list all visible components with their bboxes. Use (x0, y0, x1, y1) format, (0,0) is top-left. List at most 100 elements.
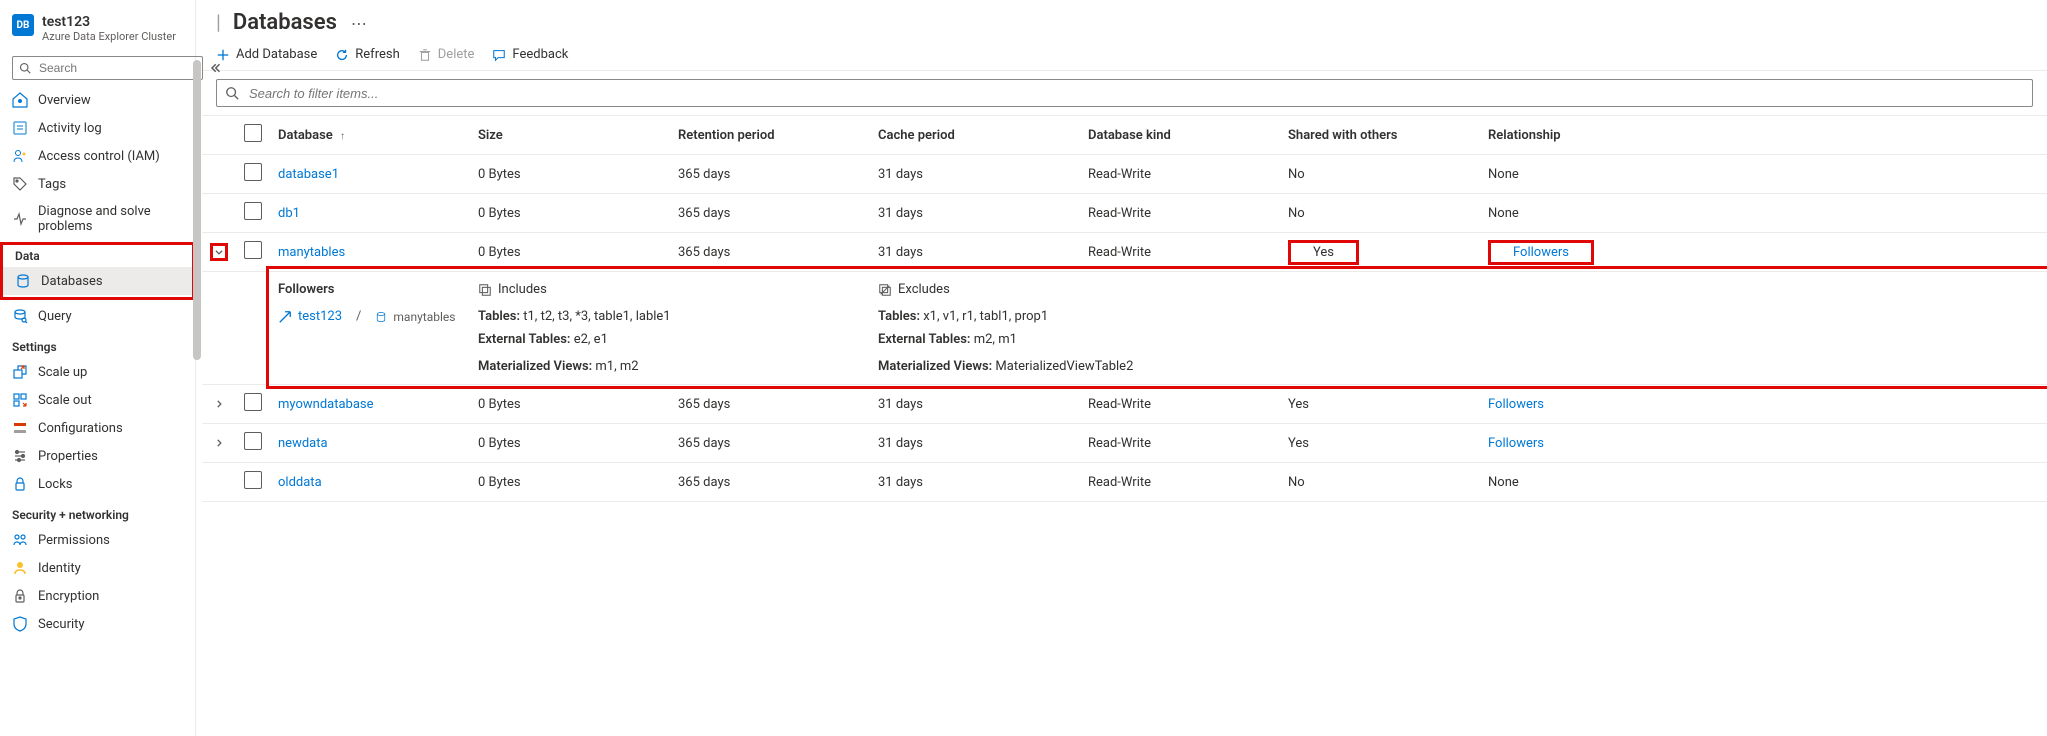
table-row[interactable]: newdata 0 Bytes 365 days 31 days Read-Wr… (202, 424, 2047, 463)
table-row[interactable]: olddata 0 Bytes 365 days 31 days Read-Wr… (202, 463, 2047, 502)
relationship-link[interactable]: Followers (1488, 397, 1544, 412)
database-name-link[interactable]: myowndatabase (278, 397, 374, 412)
expand-toggle[interactable] (210, 434, 228, 452)
sidebar-item-databases[interactable]: Databases (3, 267, 192, 295)
sidebar-item-access-control[interactable]: Access control (IAM) (0, 142, 195, 170)
row-checkbox[interactable] (244, 471, 262, 489)
cell-cache: 31 days (870, 155, 1080, 194)
sidebar-item-tags[interactable]: Tags (0, 170, 195, 198)
database-name-link[interactable]: database1 (278, 167, 339, 182)
cell-retention: 365 days (670, 233, 870, 272)
database-name-link[interactable]: db1 (278, 206, 300, 221)
page-pipe-icon: | (216, 10, 225, 34)
col-header-cache[interactable]: Cache period (870, 116, 1080, 155)
sidebar-section-data: Data (3, 247, 192, 267)
followers-panel-header: Followers Includes Excludes (202, 272, 2047, 306)
refresh-button[interactable]: Refresh (335, 47, 399, 62)
relationship-link[interactable]: Followers (1488, 436, 1544, 451)
search-icon (225, 86, 239, 100)
followers-panel-row: External Tables: e2, e1 External Tables:… (202, 328, 2047, 351)
includes-mat-views: m1, m2 (595, 359, 638, 374)
col-header-database[interactable]: Database ↑ (270, 116, 470, 155)
row-checkbox[interactable] (244, 393, 262, 411)
followers-heading: Followers (270, 272, 470, 306)
table-row[interactable]: db1 0 Bytes 365 days 31 days Read-Write … (202, 194, 2047, 233)
table-row[interactable]: database1 0 Bytes 365 days 31 days Read-… (202, 155, 2047, 194)
table-row[interactable]: manytables 0 Bytes 365 days 31 days Read… (202, 233, 2047, 272)
expand-toggle[interactable] (210, 395, 228, 413)
col-header-shared[interactable]: Shared with others (1280, 116, 1480, 155)
sidebar-search-input[interactable] (37, 60, 196, 76)
tag-icon (12, 176, 28, 192)
row-checkbox[interactable] (244, 163, 262, 181)
cell-cache: 31 days (870, 233, 1080, 272)
add-database-button[interactable]: Add Database (216, 47, 317, 62)
diagnose-icon (12, 211, 28, 227)
filter-input[interactable] (247, 85, 2024, 102)
sidebar-item-locks[interactable]: Locks (0, 470, 195, 498)
sidebar-collapse-button[interactable] (209, 58, 221, 78)
followers-panel-row: test123 / manytables Tables: t1, t2, t3,… (202, 305, 2047, 328)
database-name-link[interactable]: olddata (278, 475, 322, 490)
highlight-box: Followers (1488, 240, 1594, 265)
page-more-button[interactable]: ⋯ (345, 14, 367, 33)
row-checkbox[interactable] (244, 432, 262, 450)
sidebar-item-label: Security (38, 617, 85, 632)
row-checkbox[interactable] (244, 241, 262, 259)
cell-shared: Yes (1288, 436, 1309, 451)
feedback-icon (492, 48, 506, 62)
sidebar-item-activity-log[interactable]: Activity log (0, 114, 195, 142)
col-header-relationship[interactable]: Relationship (1480, 116, 2047, 155)
sidebar-item-label: Databases (41, 274, 103, 289)
sidebar-item-label: Locks (38, 477, 73, 492)
col-header-retention[interactable]: Retention period (670, 116, 870, 155)
sidebar-item-scale-up[interactable]: Scale up (0, 358, 195, 386)
sidebar-item-identity[interactable]: Identity (0, 554, 195, 582)
iam-icon (12, 148, 28, 164)
sidebar-item-diagnose[interactable]: Diagnose and solve problems (0, 198, 195, 240)
database-name-link[interactable]: manytables (278, 245, 345, 260)
row-checkbox[interactable] (244, 202, 262, 220)
relationship-link[interactable]: Followers (1513, 245, 1569, 260)
sidebar-item-scale-out[interactable]: Scale out (0, 386, 195, 414)
sidebar-section-security-networking: Security + networking (0, 498, 195, 526)
cell-shared: Yes (1288, 397, 1309, 412)
database-name-link[interactable]: newdata (278, 436, 328, 451)
select-all-checkbox[interactable] (244, 124, 262, 142)
sidebar-item-overview[interactable]: Overview (0, 86, 195, 114)
cell-kind: Read-Write (1080, 194, 1280, 233)
search-icon (19, 62, 31, 74)
cell-cache: 31 days (870, 463, 1080, 502)
sidebar-item-permissions[interactable]: Permissions (0, 526, 195, 554)
col-header-label: Database (278, 128, 333, 143)
sidebar-item-encryption[interactable]: Encryption (0, 582, 195, 610)
sidebar-item-configurations[interactable]: Configurations (0, 414, 195, 442)
follower-db-label: manytables (393, 310, 455, 324)
toolbar-label: Feedback (512, 47, 568, 62)
sidebar-item-label: Overview (38, 93, 91, 108)
main-content: | Databases ⋯ Add Database Refresh Delet… (196, 0, 2047, 736)
overview-icon (12, 92, 28, 108)
sidebar-search[interactable] (12, 56, 203, 80)
query-icon (12, 308, 28, 324)
cluster-name: test123 (42, 14, 176, 30)
follower-cluster-link[interactable]: test123 (298, 309, 342, 324)
activity-log-icon (12, 120, 28, 136)
table-header-row: Database ↑ Size Retention period Cache p… (202, 116, 2047, 155)
databases-table: Database ↑ Size Retention period Cache p… (202, 116, 2047, 502)
col-header-size[interactable]: Size (470, 116, 670, 155)
sidebar-item-properties[interactable]: Properties (0, 442, 195, 470)
delete-icon (418, 48, 432, 62)
sidebar-item-security[interactable]: Security (0, 610, 195, 638)
feedback-button[interactable]: Feedback (492, 47, 568, 62)
col-header-kind[interactable]: Database kind (1080, 116, 1280, 155)
table-row[interactable]: myowndatabase 0 Bytes 365 days 31 days R… (202, 385, 2047, 424)
expand-toggle[interactable] (210, 243, 228, 261)
filter-box[interactable] (216, 79, 2033, 107)
sidebar-item-label: Query (38, 309, 72, 324)
sidebar-item-query[interactable]: Query (0, 302, 195, 330)
sidebar-scrollbar[interactable] (193, 60, 201, 360)
cluster-icon: DB (12, 14, 34, 36)
cell-relationship: None (1488, 475, 1519, 490)
excludes-heading: Excludes (878, 282, 2039, 297)
